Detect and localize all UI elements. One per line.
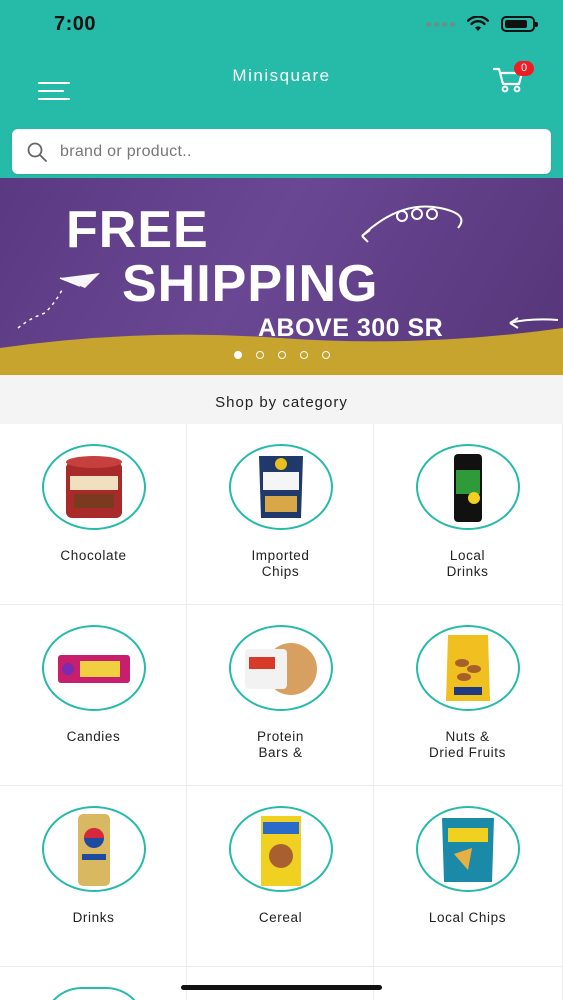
category-label: Cereal [258,910,303,925]
promo-banner[interactable]: FREE SHIPPING ABOVE 300 SR [0,178,563,375]
category-label: Candies [66,729,121,744]
category-image [416,444,520,530]
category-tile-partial[interactable] [374,967,563,1000]
category-tile-cereal[interactable]: Cereal [187,786,374,967]
category-tile-nuts[interactable]: Nuts & Dried Fruits [374,605,563,786]
almonds-bag-icon [446,635,490,701]
banner-headline-2: SHIPPING [122,255,379,313]
category-tile-local-drinks[interactable]: Local Drinks [374,424,563,605]
category-label: Chocolate [60,548,127,563]
category-image [229,625,333,711]
green-can-icon [454,454,482,522]
section-title: Shop by category [0,375,563,424]
category-image [42,625,146,711]
category-label: Nuts & Dried Fruits [429,729,506,760]
category-image [42,806,146,892]
bottle-caps-candy-icon [58,655,130,683]
nesquik-box-icon [261,816,301,886]
home-indicator [181,985,382,990]
wifi-icon [467,16,489,31]
category-tile-chocolate[interactable]: Chocolate [0,424,187,605]
category-label: Local Drinks [446,548,489,579]
carousel-dot[interactable] [233,351,242,359]
category-image [229,806,333,892]
category-label: Local Chips [428,910,507,925]
cart-count-badge: 0 [514,61,534,76]
category-tile-candies[interactable]: Candies [0,605,187,786]
app-header: 7:00 Minisquare 0 [0,0,563,178]
banner-headline-1: FREE [66,201,209,259]
status-icons [426,16,538,32]
almond-roca-tin-icon [66,456,122,518]
bugles-bag-icon [442,818,494,882]
status-time: 7:00 [54,13,97,35]
search-icon [27,142,47,162]
banner-subline: ABOVE 300 SR [258,314,444,342]
category-image [229,444,333,530]
carousel-dot[interactable] [277,351,286,359]
search-bar[interactable] [12,129,551,174]
category-tile-local-chips[interactable]: Local Chips [374,786,563,967]
search-input[interactable] [60,142,520,161]
signal-icon [426,21,455,27]
pepsi-can-icon [78,814,110,886]
category-tile-partial[interactable] [0,967,187,1000]
category-tile-drinks[interactable]: Drinks [0,786,187,967]
category-tile-partial[interactable] [187,967,374,1000]
category-label: Drinks [72,910,115,925]
carousel-dot[interactable] [255,351,264,359]
carousel-dot[interactable] [321,351,330,359]
category-image [416,806,520,892]
carousel-pagination [0,351,563,359]
category-image [42,444,146,530]
app-title: Minisquare [232,66,331,85]
category-image [416,625,520,711]
protein-cookie-icon [245,643,317,695]
category-tile-protein-bars[interactable]: Protein Bars & [187,605,374,786]
category-label: Protein Bars & [257,729,304,760]
category-label: Imported Chips [251,548,310,579]
carousel-dot[interactable] [299,351,308,359]
category-image [42,987,146,1000]
category-tile-imported-chips[interactable]: Imported Chips [187,424,374,605]
kettle-chips-bag-icon [259,456,303,518]
battery-icon [501,16,538,32]
